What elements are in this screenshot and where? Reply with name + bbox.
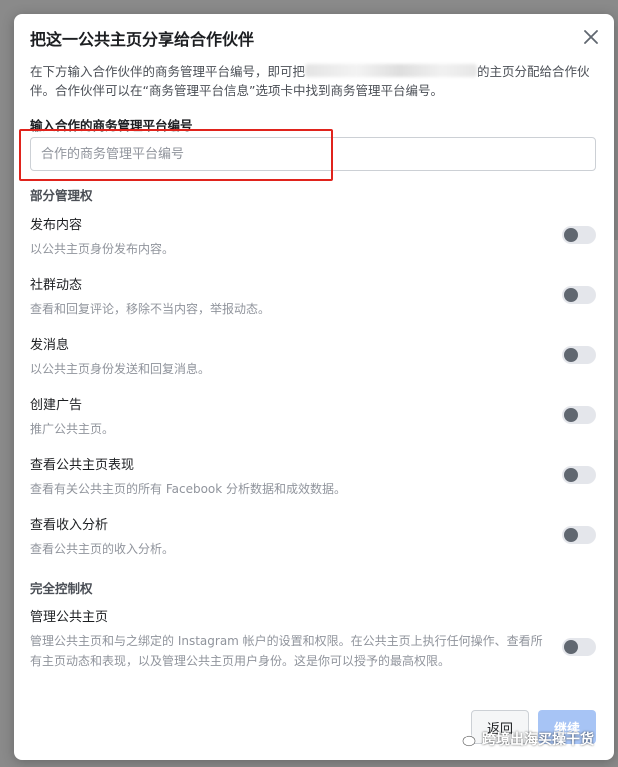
permission-title: 社群动态	[30, 278, 83, 293]
toggle-community-activity[interactable]	[562, 286, 596, 304]
watermark-text: 跨境出海买操干货	[482, 732, 594, 748]
permission-messages: 发消息 以公共主页身份发送和回复消息。	[30, 334, 596, 379]
permission-description: 推广公共主页。	[30, 422, 115, 436]
permission-description: 查看有关公共主页的所有 Facebook 分析数据和成效数据。	[30, 482, 347, 496]
permission-description: 查看和回复评论，移除不当内容，举报动态。	[30, 302, 271, 316]
close-icon	[584, 30, 598, 44]
dialog-intro-text: 在下方输入合作伙伴的商务管理平台编号，即可把 的主页分配给合作伙伴。合作伙伴可以在…	[30, 62, 596, 100]
toggle-revenue-analysis[interactable]	[562, 526, 596, 544]
permission-description: 以公共主页身份发送和回复消息。	[30, 362, 211, 376]
permission-title: 发消息	[30, 338, 70, 353]
permission-title: 发布内容	[30, 218, 83, 233]
permission-title: 管理公共主页	[30, 610, 109, 625]
full-access-heading: 完全控制权	[30, 581, 93, 596]
permission-publish-content: 发布内容 以公共主页身份发布内容。	[30, 214, 596, 259]
toggle-knob	[564, 640, 578, 654]
permission-description: 查看公共主页的收入分析。	[30, 542, 175, 556]
toggle-manage-page[interactable]	[562, 638, 596, 656]
toggle-knob	[564, 468, 578, 482]
dialog-title: 把这一公共主页分享给合作伙伴	[30, 30, 255, 49]
permission-view-performance: 查看公共主页表现 查看有关公共主页的所有 Facebook 分析数据和成效数据。	[30, 454, 596, 499]
wechat-watermark: 跨境出海买操干货	[456, 729, 594, 749]
toggle-knob	[564, 408, 578, 422]
permission-title: 查看收入分析	[30, 518, 109, 533]
permission-revenue-analysis: 查看收入分析 查看公共主页的收入分析。	[30, 514, 596, 559]
business-id-label: 输入合作的商务管理平台编号	[30, 118, 193, 133]
permission-title: 查看公共主页表现	[30, 458, 135, 473]
intro-text-part1: 在下方输入合作伙伴的商务管理平台编号，即可把	[30, 64, 306, 79]
toggle-publish-content[interactable]	[562, 226, 596, 244]
share-page-dialog: 把这一公共主页分享给合作伙伴 在下方输入合作伙伴的商务管理平台编号，即可把 的主页…	[14, 14, 614, 760]
toggle-knob	[564, 348, 578, 362]
partial-access-heading: 部分管理权	[30, 188, 93, 203]
toggle-knob	[564, 288, 578, 302]
business-id-input[interactable]	[30, 137, 596, 171]
close-button[interactable]	[580, 26, 602, 48]
toggle-knob	[564, 228, 578, 242]
permission-description: 以公共主页身份发布内容。	[30, 242, 175, 256]
permission-create-ads: 创建广告 推广公共主页。	[30, 394, 596, 439]
permission-title: 创建广告	[30, 398, 83, 413]
toggle-create-ads[interactable]	[562, 406, 596, 424]
toggle-view-performance[interactable]	[562, 466, 596, 484]
toggle-messages[interactable]	[562, 346, 596, 364]
permission-community-activity: 社群动态 查看和回复评论，移除不当内容，举报动态。	[30, 274, 596, 319]
permission-manage-page: 管理公共主页 管理公共主页和与之绑定的 Instagram 帐户的设置和权限。在…	[30, 606, 596, 671]
wechat-icon	[456, 730, 476, 747]
permission-description: 管理公共主页和与之绑定的 Instagram 帐户的设置和权限。在公共主页上执行…	[30, 634, 543, 668]
toggle-knob	[564, 528, 578, 542]
redacted-page-name	[305, 64, 478, 77]
